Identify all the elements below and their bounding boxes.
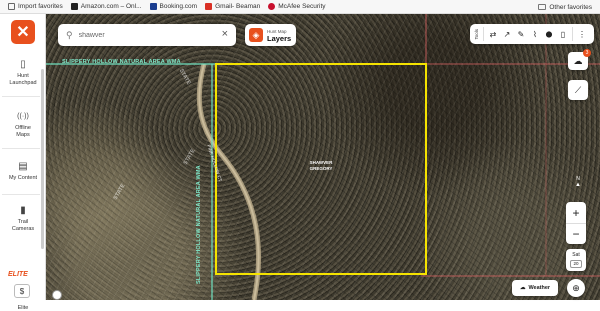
tools-bar: Tools ⇄ ↗ ✎ ⌇ ⬤ ▯ ⋮ xyxy=(470,24,594,44)
layers-title: Layers xyxy=(267,34,292,43)
sidebar-item-label: Cameras xyxy=(11,226,35,232)
search-icon: ⚲ xyxy=(66,29,73,40)
locate-button[interactable]: ⊕ xyxy=(567,279,585,297)
sidebar-divider xyxy=(2,148,40,149)
folder-icon xyxy=(538,4,547,10)
waypoint-icon[interactable]: ⬤ xyxy=(542,24,556,44)
dirt-road-center xyxy=(198,63,260,300)
route-icon[interactable]: ⇄ xyxy=(486,24,500,44)
elite-tag: ELITE xyxy=(8,271,28,278)
weather-label: Weather xyxy=(528,285,551,291)
bookmark-label: Import favorites xyxy=(18,3,63,10)
tools-label: Tools xyxy=(474,28,479,40)
clear-search-icon[interactable]: × xyxy=(222,28,228,40)
sidebar-item-label: My Content xyxy=(8,175,38,181)
crosshair-icon: ⊕ xyxy=(572,282,580,293)
sidebar-scrollbar[interactable] xyxy=(41,69,44,249)
sidebar-item-label: Hunt xyxy=(17,73,29,79)
device-icon[interactable]: ▯ xyxy=(556,24,570,44)
parcel-owner-label[interactable]: SHAWVER GREGORY xyxy=(301,160,341,172)
bookmarks-bar: Import favorites Amazon.com – Onl... Boo… xyxy=(0,0,600,14)
camera-icon: ▮ xyxy=(20,205,26,216)
weather-button[interactable]: ☁ Weather xyxy=(512,280,558,296)
search-bar[interactable]: ⚲ × xyxy=(58,24,236,46)
hunt-forecast-button[interactable]: ☁ 3 xyxy=(568,49,591,70)
wma-label-top: SLIPPERY HOLLOW NATURAL AREA WMA xyxy=(62,59,181,65)
bookmark-booking[interactable]: Booking.com xyxy=(149,3,198,10)
satellite-map[interactable]: SLIPPERY HOLLOW NATURAL AREA WMA SLIPPER… xyxy=(46,14,600,300)
bookmark-gmail[interactable]: Gmail- Beaman xyxy=(205,3,260,10)
search-input[interactable] xyxy=(78,31,219,39)
sidebar-item-label: Trail xyxy=(17,219,29,225)
phone-icon: ▯ xyxy=(20,59,26,70)
notification-badge: 3 xyxy=(583,49,591,57)
elite-icon[interactable]: $ xyxy=(14,284,30,298)
basemap-button[interactable]: Sat 20 xyxy=(566,249,586,271)
sidebar-item-label: Offline xyxy=(15,125,31,131)
sidebar-item-trail-cameras[interactable]: ▮ Trail Cameras xyxy=(0,206,46,233)
layers-icon: ◈ xyxy=(249,28,263,42)
measure-icon[interactable]: ⌇ xyxy=(528,24,542,44)
sidebar-divider xyxy=(2,96,40,97)
weather-icon: ☁ xyxy=(519,285,526,291)
compass-button[interactable]: N ▲ xyxy=(570,172,586,192)
chart-icon: ⟋ xyxy=(574,84,582,95)
tools-divider xyxy=(572,27,573,41)
compass-arrow-icon: ▲ xyxy=(575,182,581,188)
draw-icon[interactable]: ✎ xyxy=(514,24,528,44)
layers-button[interactable]: ◈ Hunt Map Layers xyxy=(245,24,296,46)
sidebar-item-label: Maps xyxy=(16,132,30,138)
map-overlay xyxy=(46,14,600,300)
zoom-control: + − xyxy=(566,202,586,244)
sidebar-item-label: Launchpad xyxy=(9,80,37,86)
gmail-icon xyxy=(205,3,213,10)
line-icon[interactable]: ↗ xyxy=(500,24,514,44)
sidebar-item-my-content[interactable]: ▤ My Content xyxy=(0,162,46,182)
bookmark-label: Booking.com xyxy=(159,3,198,10)
other-favorites[interactable]: Other favorites xyxy=(538,0,592,14)
bookmark-amazon[interactable]: Amazon.com – Onl... xyxy=(70,3,142,10)
bookmark-label: Gmail- Beaman xyxy=(215,3,261,10)
basemap-label: Sat xyxy=(572,252,580,258)
cloud-icon: ☁ xyxy=(573,55,583,66)
amazon-icon xyxy=(70,3,78,10)
sidebar-item-hunt-launchpad[interactable]: ▯ Hunt Launchpad xyxy=(0,60,46,87)
more-icon[interactable]: ⋮ xyxy=(575,24,589,44)
onx-logo-button[interactable]: ✕ xyxy=(11,20,35,44)
map-info-icon[interactable] xyxy=(52,290,62,300)
zoom-out-button[interactable]: − xyxy=(566,223,586,244)
wma-label-left: SLIPPERY HOLLOW NATURAL AREA WMA xyxy=(196,165,202,284)
owner-first-name: GREGORY xyxy=(309,166,333,171)
offline-icon: ((·)) xyxy=(17,113,29,120)
zoom-in-button[interactable]: + xyxy=(566,202,586,223)
content-icon: ▤ xyxy=(18,161,28,172)
bookmark-label: Amazon.com – Onl... xyxy=(80,3,142,10)
elite-label[interactable]: Elite xyxy=(0,305,46,311)
bookmark-mcafee[interactable]: McAfee Security xyxy=(268,3,326,10)
left-sidebar: ✕ ▯ Hunt Launchpad ((·)) Offline Maps ▤ … xyxy=(0,14,46,311)
sidebar-item-offline-maps[interactable]: ((·)) Offline Maps xyxy=(0,112,46,139)
dirt-road xyxy=(196,63,261,300)
mcafee-icon xyxy=(268,3,276,10)
sidebar-divider xyxy=(2,194,40,195)
zoom-level: 20 xyxy=(570,260,582,268)
booking-icon xyxy=(149,3,157,10)
tools-divider xyxy=(483,27,484,41)
other-favorites-label: Other favorites xyxy=(549,3,592,11)
bookmark-label: McAfee Security xyxy=(278,3,326,10)
chart-button[interactable]: ⟋ xyxy=(568,80,588,100)
bookmark-import[interactable]: Import favorites xyxy=(8,3,63,10)
import-icon xyxy=(8,3,15,10)
